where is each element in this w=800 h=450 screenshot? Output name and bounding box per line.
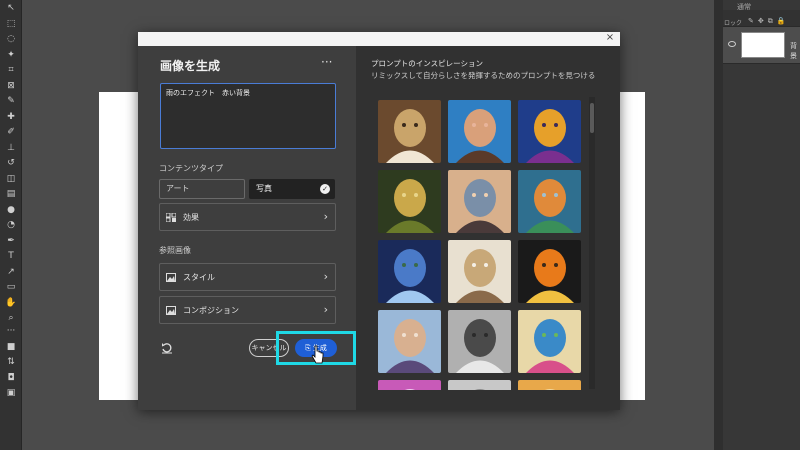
composition-button[interactable]: コンポジション › <box>159 296 336 324</box>
image-icon <box>166 273 176 282</box>
more-tool-icon[interactable]: ··· <box>4 326 18 336</box>
type-tool-icon[interactable]: T <box>4 251 18 261</box>
golden-spiral-thumbnail[interactable] <box>378 170 441 233</box>
hand-tool-icon[interactable]: ✋ <box>4 298 18 308</box>
content-type-art-label: アート <box>166 184 190 193</box>
check-icon: ✓ <box>320 184 330 194</box>
dragon-thumbnail[interactable] <box>518 170 581 233</box>
shape-tool-icon[interactable]: ▭ <box>4 282 18 292</box>
mask-tool-icon[interactable]: ◘ <box>4 373 18 383</box>
marquee-tool-icon[interactable]: ⬚ <box>4 19 18 29</box>
style-button[interactable]: スタイル › <box>159 263 336 291</box>
pen-tool-icon[interactable]: ✒ <box>4 236 18 246</box>
portrait-woman-glasses-thumbnail[interactable] <box>448 100 511 163</box>
blend-mode-label[interactable]: 通常 <box>737 2 751 12</box>
dodge-tool-icon[interactable]: ◔ <box>4 220 18 230</box>
reference-image-label: 参照画像 <box>159 246 191 255</box>
floating-island-thumbnail[interactable] <box>378 240 441 303</box>
lasso-tool-icon[interactable]: ◌ <box>4 34 18 44</box>
eyedropper-tool-icon[interactable]: ✎ <box>4 96 18 106</box>
path-tool-icon[interactable]: ↗ <box>4 267 18 277</box>
prompt-input[interactable]: 雨のエフェクト 赤い背景 <box>160 83 336 149</box>
content-type-art-button[interactable]: アート <box>159 179 245 199</box>
grid-scrollbar[interactable] <box>589 97 595 389</box>
zoom-tool-icon[interactable]: ⌕ <box>4 313 18 323</box>
grid-scrollbar-thumb[interactable] <box>590 103 594 133</box>
panel-collapse-strip[interactable] <box>714 0 723 450</box>
eraser-tool-icon[interactable]: ◫ <box>4 174 18 184</box>
portrait-elderly-man-thumbnail[interactable] <box>378 100 441 163</box>
mouse-cursor-icon <box>311 345 324 364</box>
kitchen-interior-thumbnail[interactable] <box>448 240 511 303</box>
layer-name: 背景 <box>790 42 797 60</box>
visibility-eye-icon[interactable] <box>728 41 736 47</box>
chevron-right-icon: › <box>323 270 328 283</box>
paisley-pattern-thumbnail[interactable] <box>518 310 581 373</box>
chevron-right-icon: › <box>323 303 328 316</box>
composition-label: コンポジション <box>183 306 239 315</box>
crop-tool-icon[interactable]: ⌗ <box>4 65 18 75</box>
chevron-right-icon: › <box>323 210 328 223</box>
fg-bg-tool-icon[interactable]: ■ <box>4 342 18 352</box>
inspiration-grid <box>378 100 584 390</box>
more-options-icon[interactable]: ··· <box>321 55 332 69</box>
history-tool-icon[interactable]: ↺ <box>4 158 18 168</box>
screen-tool-icon[interactable]: ▣ <box>4 388 18 398</box>
effects-grid-icon <box>166 213 176 222</box>
woman-hat-thumbnail[interactable] <box>378 310 441 373</box>
frame-tool-icon[interactable]: ⊠ <box>4 81 18 91</box>
inspiration-title: プロンプトのインスピレーション <box>371 59 483 68</box>
effects-label: 効果 <box>183 213 199 222</box>
style-label: スタイル <box>183 273 215 282</box>
dialog-title: 画像を生成 <box>160 59 221 73</box>
stamp-tool-icon[interactable]: ⊥ <box>4 143 18 153</box>
layers-panel <box>714 0 800 450</box>
content-type-photo-label: 写真 <box>256 184 272 193</box>
swap-tool-icon[interactable]: ⇅ <box>4 357 18 367</box>
close-icon[interactable]: × <box>604 32 616 44</box>
layer-thumbnail <box>741 32 785 58</box>
inspiration-subtitle: リミックスして自分らしさを発揮するためのプロンプトを見つける <box>371 71 596 80</box>
butterfly-thumbnail[interactable] <box>518 240 581 303</box>
gradient-tool-icon[interactable]: ▤ <box>4 189 18 199</box>
portrait-colorful-woman-thumbnail[interactable] <box>518 100 581 163</box>
partial-tile-thumbnail[interactable] <box>378 380 441 390</box>
image-icon <box>166 306 176 315</box>
lock-icons[interactable]: ✎✥⧉🔒 <box>748 17 789 26</box>
brush-tool-icon[interactable]: ✐ <box>4 127 18 137</box>
cancel-button[interactable]: キャンセル <box>249 339 289 357</box>
beach-woman-thumbnail[interactable] <box>448 170 511 233</box>
blur-tool-icon[interactable]: ● <box>4 205 18 215</box>
reset-icon[interactable] <box>161 342 173 354</box>
heal-tool-icon[interactable]: ✚ <box>4 112 18 122</box>
content-type-label: コンテンツタイプ <box>159 164 223 173</box>
effects-button[interactable]: 効果 › <box>159 203 336 231</box>
dialog-titlebar <box>138 32 620 46</box>
partial-tile-thumbnail[interactable] <box>448 380 511 390</box>
move-tool-icon[interactable]: ↖ <box>4 3 18 13</box>
select-tool-icon[interactable]: ✦ <box>4 50 18 60</box>
content-type-photo-button[interactable]: 写真 ✓ <box>249 179 335 199</box>
man-sketch-thumbnail[interactable] <box>448 310 511 373</box>
partial-tile-thumbnail[interactable] <box>518 380 581 390</box>
